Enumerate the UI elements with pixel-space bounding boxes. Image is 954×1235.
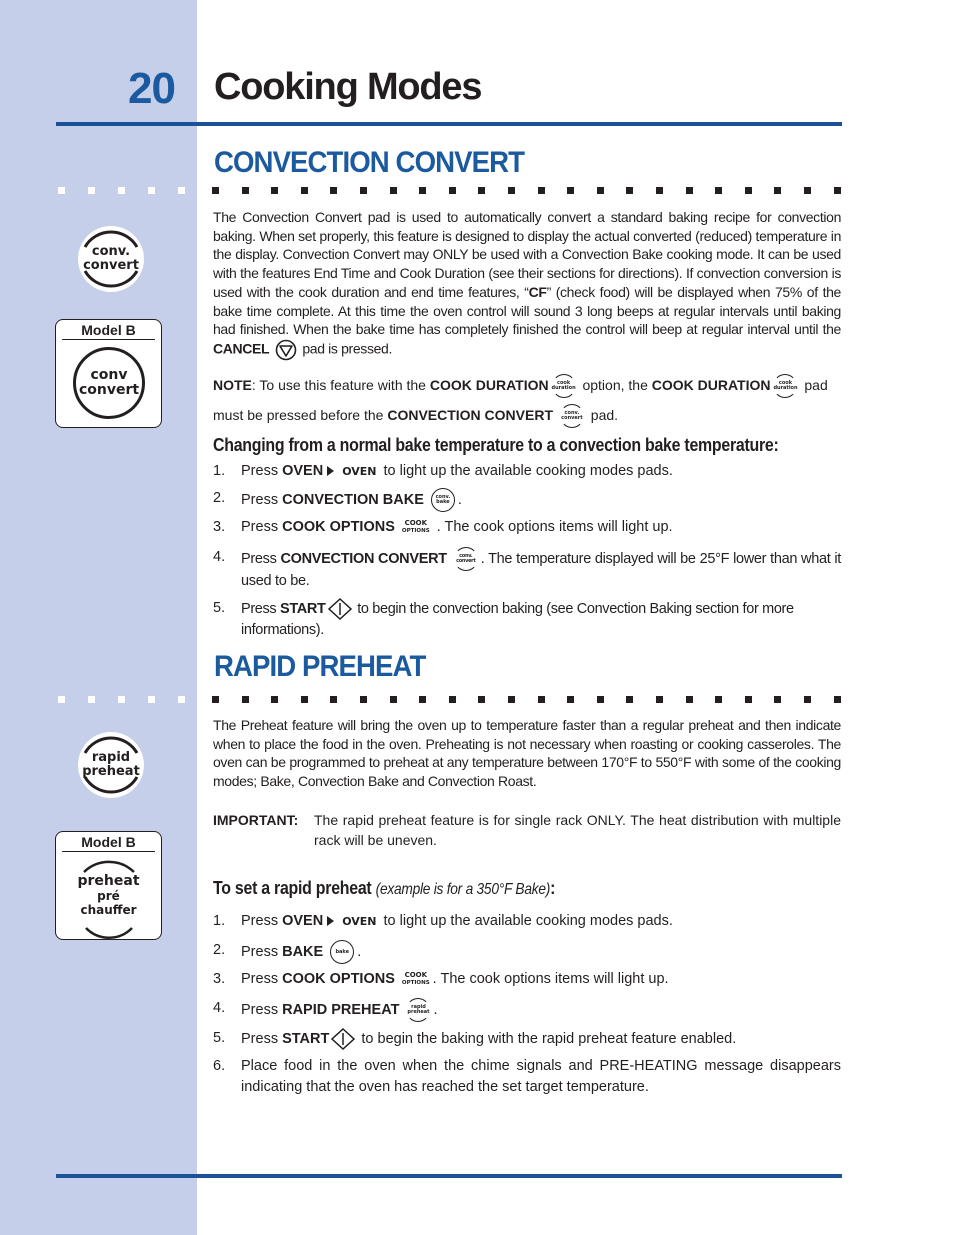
divider-dot bbox=[715, 696, 722, 703]
header-rule bbox=[56, 122, 842, 126]
divider-dot bbox=[178, 187, 185, 194]
divider-dot bbox=[390, 696, 397, 703]
divider-dot bbox=[745, 187, 752, 194]
divider-dot bbox=[478, 187, 485, 194]
start-icon bbox=[327, 598, 352, 620]
section-divider-dots bbox=[0, 696, 954, 704]
divider-dot bbox=[567, 696, 574, 703]
divider-dot bbox=[212, 187, 219, 194]
rapid-preheat-subheading: To set a rapid preheat (example is for a… bbox=[213, 877, 556, 898]
divider-dot bbox=[538, 696, 545, 703]
model-b-label: Model B bbox=[62, 834, 155, 852]
page-title: Cooking Modes bbox=[214, 66, 482, 108]
divider-dot bbox=[419, 187, 426, 194]
conv-convert-icon: conv. convert bbox=[453, 547, 478, 571]
divider-dot bbox=[58, 696, 65, 703]
page-number: 20 bbox=[128, 64, 176, 113]
divider-dot bbox=[271, 696, 278, 703]
divider-dot bbox=[804, 696, 811, 703]
divider-dot bbox=[212, 696, 219, 703]
section-title-convection-convert: CONVECTION CONVERT bbox=[214, 146, 525, 179]
model-b-label: Model B bbox=[62, 322, 155, 340]
divider-dot bbox=[88, 187, 95, 194]
divider-dot bbox=[148, 187, 155, 194]
bake-icon: bake bbox=[330, 940, 355, 964]
divider-dot bbox=[656, 187, 663, 194]
cook-options-icon: COOK OPTIONS bbox=[401, 518, 430, 534]
divider-dot bbox=[508, 187, 515, 194]
divider-dot bbox=[597, 187, 604, 194]
divider-dot bbox=[301, 696, 308, 703]
arrow-right-icon bbox=[327, 466, 335, 477]
divider-dot bbox=[301, 187, 308, 194]
divider-dot bbox=[538, 187, 545, 194]
preheat-model-b-icon: preheat pré chauffer bbox=[77, 873, 140, 918]
rapid-preheat-icon: rapid preheat bbox=[406, 998, 431, 1022]
divider-dot bbox=[178, 696, 185, 703]
divider-dot bbox=[242, 187, 249, 194]
divider-dot bbox=[774, 187, 781, 194]
divider-dot bbox=[330, 187, 337, 194]
cook-duration-icon: cook duration bbox=[552, 374, 576, 399]
divider-dot bbox=[330, 696, 337, 703]
model-b-preheat-box: Model B preheat pré chauffer bbox=[55, 831, 162, 940]
cook-duration-icon: cook duration bbox=[773, 374, 798, 399]
rapid-preheat-intro: The Preheat feature will bring the oven … bbox=[213, 717, 841, 790]
side-band bbox=[0, 0, 197, 1235]
section-title-rapid-preheat: RAPID PREHEAT bbox=[214, 650, 426, 683]
divider-dot bbox=[567, 187, 574, 194]
divider-dot bbox=[88, 696, 95, 703]
conv-convert-icon: conv. convert bbox=[559, 404, 584, 429]
divider-dot bbox=[449, 696, 456, 703]
divider-dot bbox=[715, 187, 722, 194]
divider-dot bbox=[626, 187, 633, 194]
divider-dot bbox=[774, 696, 781, 703]
conv-bake-icon: conv. bake bbox=[430, 488, 455, 512]
arrow-right-icon bbox=[327, 916, 335, 927]
rapid-preheat-pad-icon: rapid preheat bbox=[78, 732, 144, 798]
divider-dot bbox=[834, 187, 841, 194]
divider-dot bbox=[626, 696, 633, 703]
divider-dot bbox=[148, 696, 155, 703]
divider-dot bbox=[745, 696, 752, 703]
divider-dot bbox=[419, 696, 426, 703]
cook-options-icon: COOK OPTIONS bbox=[401, 970, 430, 986]
divider-dot bbox=[118, 696, 125, 703]
divider-dot bbox=[508, 696, 515, 703]
divider-dot bbox=[360, 187, 367, 194]
conv-convert-model-b-icon: conv convert bbox=[73, 347, 145, 419]
divider-dot bbox=[686, 696, 693, 703]
convection-convert-intro: The Convection Convert pad is used to au… bbox=[213, 208, 841, 361]
divider-dot bbox=[804, 187, 811, 194]
divider-dot bbox=[390, 187, 397, 194]
divider-dot bbox=[478, 696, 485, 703]
oven-key-icon: OVEN bbox=[342, 465, 377, 478]
divider-dot bbox=[242, 696, 249, 703]
conv-convert-pad-icon: conv. convert bbox=[78, 226, 144, 292]
divider-dot bbox=[597, 696, 604, 703]
divider-dot bbox=[271, 187, 278, 194]
divider-dot bbox=[834, 696, 841, 703]
divider-dot bbox=[118, 187, 125, 194]
oven-key-icon: OVEN bbox=[342, 915, 377, 928]
cancel-icon bbox=[275, 339, 297, 361]
divider-dot bbox=[360, 696, 367, 703]
footer-rule bbox=[56, 1174, 842, 1178]
start-icon bbox=[331, 1028, 356, 1050]
divider-dot bbox=[449, 187, 456, 194]
divider-dot bbox=[58, 187, 65, 194]
section-divider-dots bbox=[0, 187, 954, 195]
model-b-conv-convert-box: Model B conv convert bbox=[55, 319, 162, 428]
convection-subheading: Changing from a normal bake temperature … bbox=[213, 434, 779, 455]
convection-convert-note: NOTE: To use this feature with the COOK … bbox=[213, 370, 841, 430]
rapid-preheat-important: IMPORTANT: The rapid preheat feature is … bbox=[213, 812, 841, 848]
divider-dot bbox=[686, 187, 693, 194]
divider-dot bbox=[656, 696, 663, 703]
